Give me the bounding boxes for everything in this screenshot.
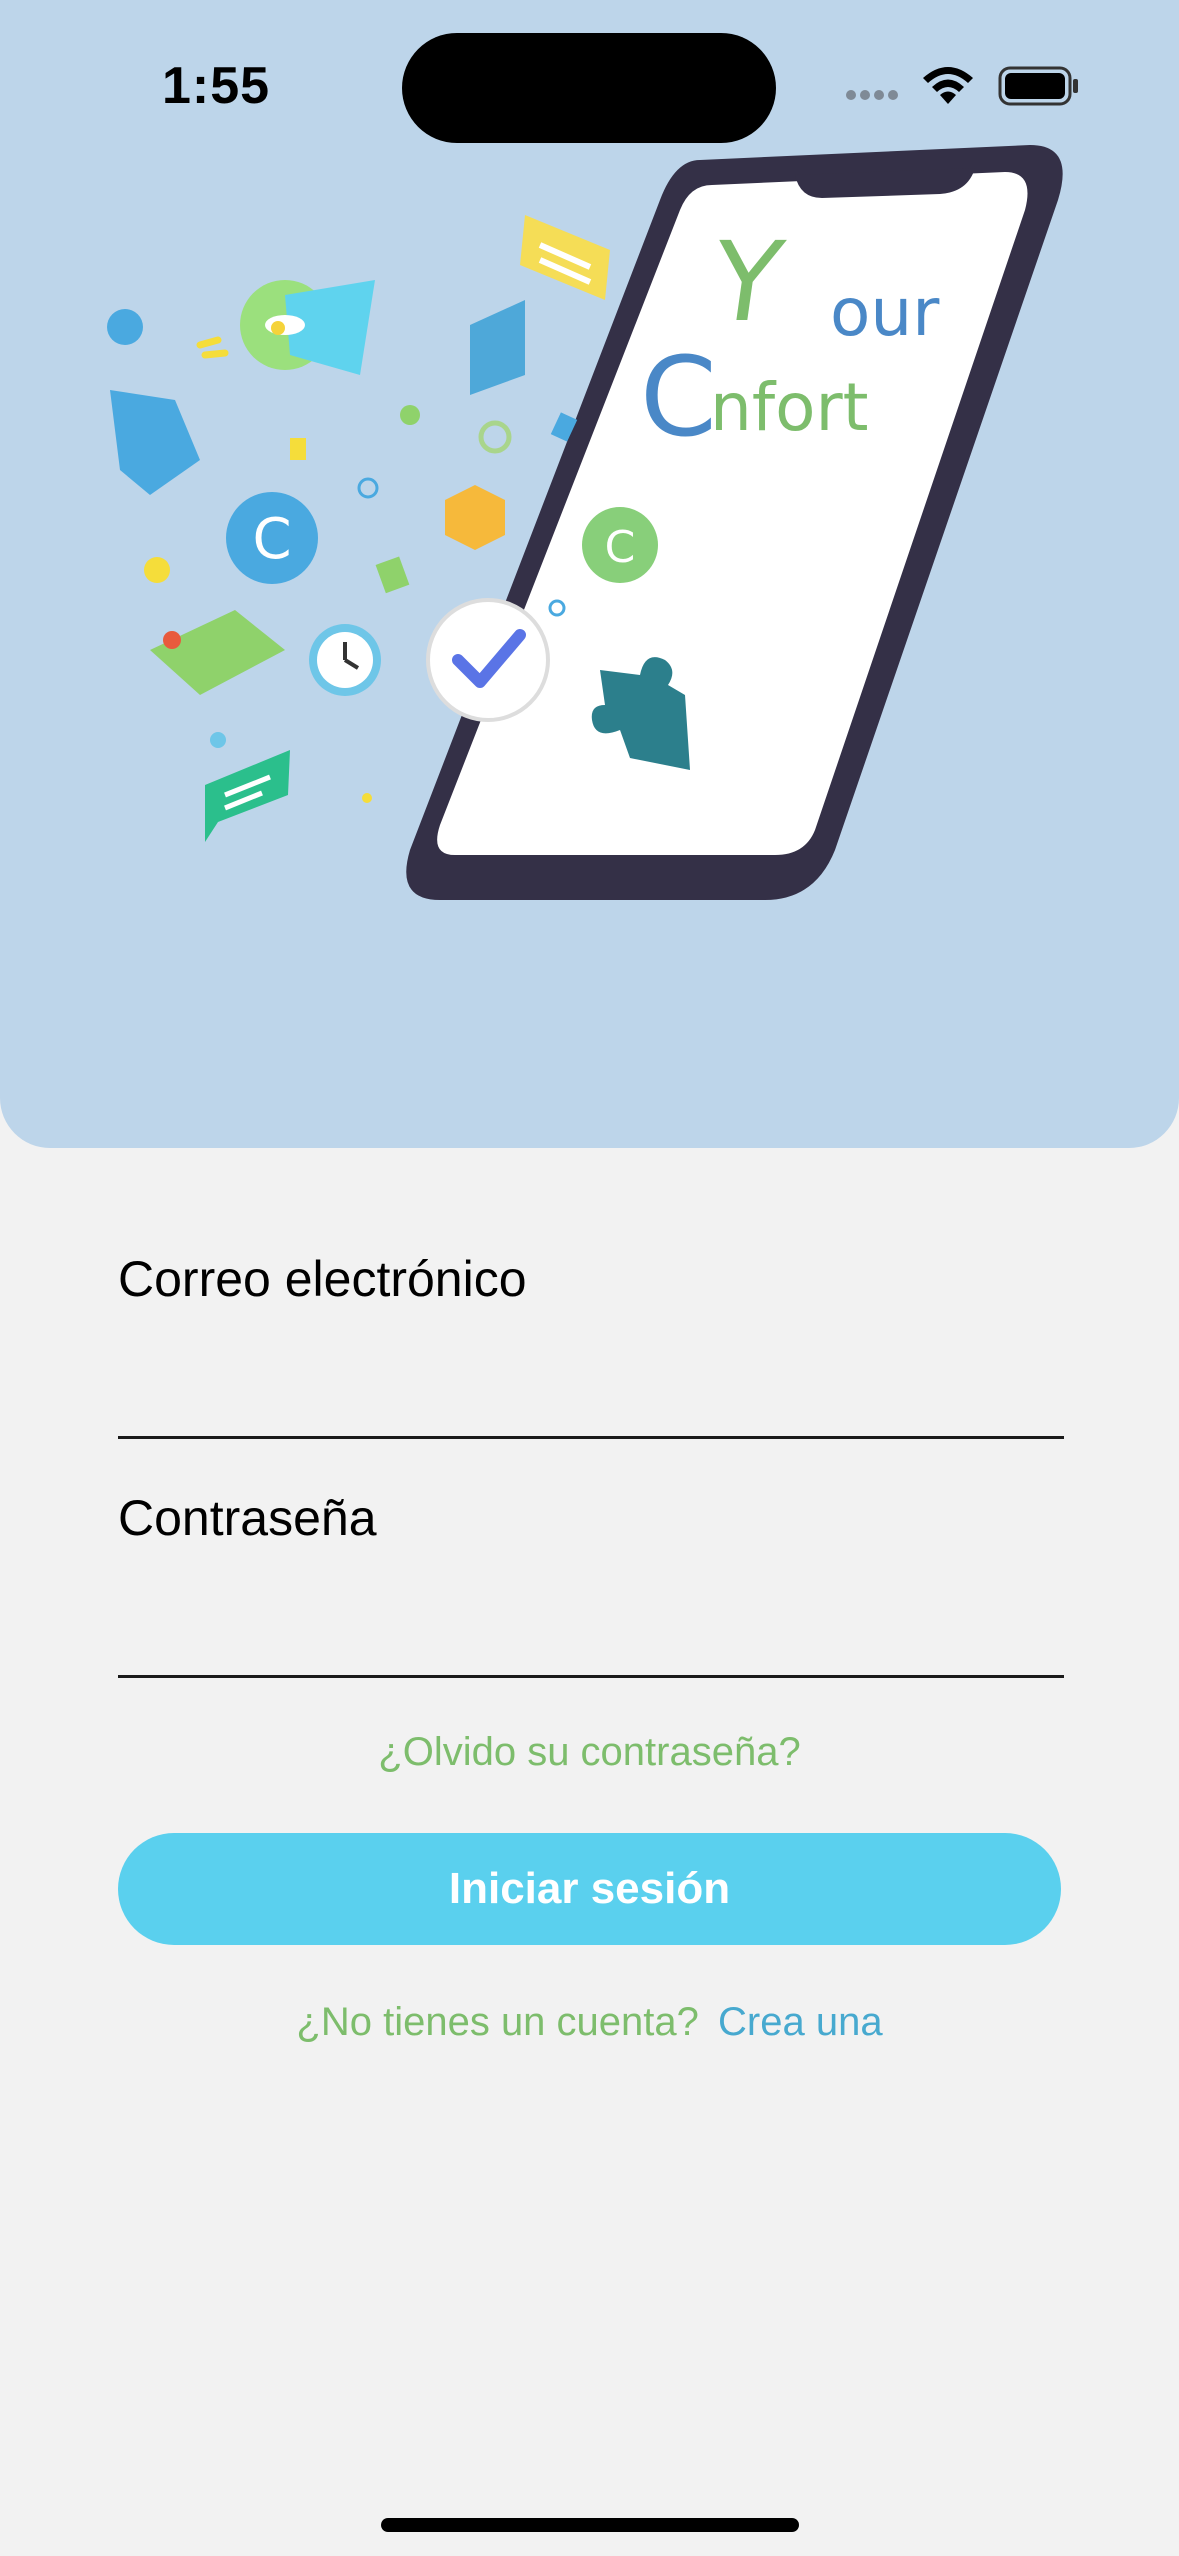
blue-puzzle-icon: [110, 390, 200, 495]
signup-row: ¿No tienes un cuenta? Crea una: [0, 2000, 1179, 2045]
signup-prompt: ¿No tienes un cuenta?: [296, 2000, 699, 2044]
svg-text:C: C: [640, 333, 717, 461]
green-chat-icon: [205, 750, 290, 842]
svg-text:nfort: nfort: [710, 369, 868, 446]
login-button[interactable]: Iniciar sesión: [118, 1833, 1061, 1945]
status-time: 1:55: [162, 57, 271, 115]
battery-icon: [998, 66, 1078, 106]
create-account-link[interactable]: Crea una: [718, 2000, 883, 2044]
svg-text:C: C: [252, 507, 291, 572]
password-label: Contraseña: [118, 1490, 377, 1546]
email-field[interactable]: [118, 1346, 1064, 1439]
forgot-password-link[interactable]: ¿Olvido su contraseña?: [0, 1730, 1179, 1775]
status-bar: 1:55: [0, 0, 1179, 150]
cellular-signal-icon: [846, 90, 898, 100]
map-icon: [150, 610, 285, 695]
chart-card-icon: [470, 300, 525, 395]
megaphone-icon: [240, 280, 375, 375]
email-label: Correo electrónico: [118, 1251, 527, 1307]
check-circle-icon: [426, 598, 550, 722]
hero-banner: 1:55 Y our C nfort C C: [0, 0, 1179, 1148]
dynamic-island: [402, 33, 776, 143]
home-indicator[interactable]: [381, 2518, 799, 2532]
password-field[interactable]: [118, 1585, 1064, 1678]
hero-illustration: Y our C nfort C C: [107, 145, 1063, 900]
svg-text:our: our: [830, 274, 940, 351]
svg-text:C: C: [605, 522, 636, 573]
package-icon: [445, 485, 505, 550]
wifi-icon: [923, 67, 973, 104]
